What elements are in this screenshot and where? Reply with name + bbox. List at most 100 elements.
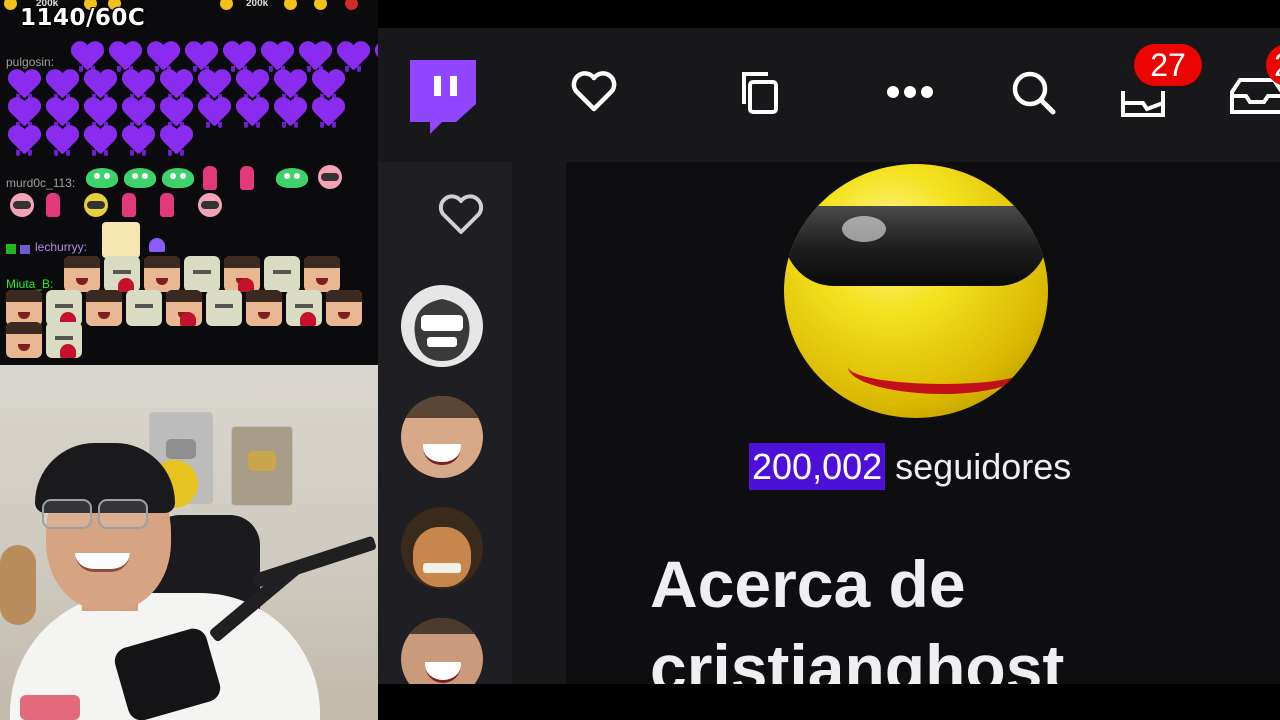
letterbox-bar: [378, 684, 1280, 720]
pale-face-emote-icon: [184, 256, 220, 292]
pale-face-emote-icon: [126, 290, 162, 326]
heart-emote-icon: [108, 42, 142, 72]
emoji-icon: [314, 0, 327, 10]
emoji-icon: [220, 0, 233, 10]
heart-emote-icon: [121, 98, 155, 128]
face-emote-icon: [246, 290, 282, 326]
character-emote-icon: [84, 193, 108, 217]
chat-username: Miuta_B:: [6, 277, 54, 291]
goal-mini-value: 200k: [246, 0, 269, 9]
heart-emote-icon: [235, 98, 269, 128]
heart-emote-icon: [83, 70, 117, 100]
face-emote-icon: [144, 256, 180, 292]
heart-emote-icon: [7, 70, 41, 100]
twitch-app: 27 2 200,002: [378, 28, 1280, 684]
face-emote-icon: [6, 322, 42, 358]
inbox-icon[interactable]: [1120, 80, 1170, 120]
heart-emote-icon: [197, 70, 231, 100]
slime-emote-icon: [86, 168, 118, 188]
face-emote-icon: [6, 290, 42, 326]
kirby-emote-icon: [318, 165, 342, 189]
sub-badge-icon: [20, 245, 30, 254]
channel-avatar-1[interactable]: [401, 285, 483, 367]
follower-count: 200,002 seguidores: [749, 443, 1072, 490]
glasses: [42, 499, 152, 529]
play-logo-icon: [248, 451, 276, 471]
twitch-logo-icon[interactable]: [410, 60, 476, 136]
dancer-emote-icon: [160, 193, 174, 217]
chat-username: lechurryy:: [35, 240, 88, 254]
more-icon[interactable]: [884, 80, 936, 104]
slime-emote-icon: [124, 168, 156, 188]
channel-avatar-2[interactable]: [401, 396, 483, 478]
search-icon[interactable]: [1010, 68, 1058, 118]
heart-emote-icon: [45, 126, 79, 156]
sunglasses: [784, 206, 1048, 286]
red-heart-icon: [180, 312, 196, 326]
heart-emote-icon: [260, 42, 294, 72]
face-emote-icon: [86, 290, 122, 326]
heart-emote-icon: [311, 98, 345, 128]
purple-heart-icon: [149, 238, 165, 252]
heart-emote-icon: [197, 98, 231, 128]
red-heart-icon: [300, 312, 316, 326]
slime-emote-icon: [276, 168, 308, 188]
chat-username: murd0c_113:: [6, 176, 76, 190]
about-heading-line2: cristianghost: [650, 631, 1065, 684]
heart-icon[interactable]: [568, 66, 620, 116]
channel-avatar-4[interactable]: [401, 618, 483, 684]
follower-count-number: 200,002: [749, 443, 886, 490]
dancer-emote-icon: [46, 193, 60, 217]
pale-face-emote-icon: [206, 290, 242, 326]
kirby-emote-icon: [198, 193, 222, 217]
chat-username: pulgosin:: [6, 55, 55, 69]
shirt-print: [20, 695, 80, 720]
heart-icon[interactable]: [434, 190, 488, 238]
about-heading-line1: Acerca de: [650, 547, 966, 621]
dancer-emote-icon: [240, 166, 254, 190]
heart-emote-icon: [70, 42, 104, 72]
notification-count-badge: 27: [1134, 44, 1202, 86]
slime-emote-icon: [162, 168, 194, 188]
channel-avatar-large[interactable]: [784, 164, 1048, 418]
tray-icon[interactable]: [1230, 76, 1280, 116]
webcam-feed: [0, 365, 378, 720]
kirby-emote-icon: [10, 193, 34, 217]
heart-emote-icon: [235, 70, 269, 100]
heart-emote-icon: [45, 70, 79, 100]
hat: [0, 545, 36, 625]
dancer-emote-icon: [122, 193, 136, 217]
play-logo-icon: [166, 439, 196, 459]
face-emote-icon: [326, 290, 362, 326]
angry-emoji-icon: [345, 0, 358, 10]
heart-emote-icon: [222, 42, 256, 72]
pale-face-emote-icon: [264, 256, 300, 292]
heart-emote-icon: [184, 42, 218, 72]
face-emote-icon: [304, 256, 340, 292]
heart-emote-icon: [298, 42, 332, 72]
follower-count-label: seguidores: [895, 446, 1072, 487]
red-heart-icon: [60, 344, 76, 358]
copy-icon[interactable]: [736, 68, 782, 118]
channel-profile: 200,002 seguidores Acerca de cristiangho…: [512, 162, 1280, 684]
heart-emote-icon: [7, 126, 41, 156]
gold-play-button-plaque: [232, 427, 292, 505]
dancer-emote-icon: [203, 166, 217, 190]
heart-emote-icon: [159, 126, 193, 156]
heart-emote-icon: [45, 98, 79, 128]
emoji-icon: [4, 0, 17, 10]
channel-avatar-3[interactable]: [401, 507, 483, 589]
chat-overlay: 200k 200k 1140/60C pulgosin: murd0c_113:…: [0, 0, 378, 365]
followed-channels-sidebar: [378, 162, 512, 684]
heart-emote-icon: [159, 98, 193, 128]
heart-emote-icon: [121, 70, 155, 100]
heart-emote-icon: [159, 70, 193, 100]
scroll-gutter: [512, 162, 566, 684]
anime-emote-icon: [102, 222, 140, 258]
heart-emote-icon: [83, 126, 117, 156]
heart-emote-icon: [121, 126, 155, 156]
heart-emote-icon: [311, 70, 345, 100]
mod-badge-icon: [6, 244, 16, 254]
heart-emote-icon: [146, 42, 180, 72]
heart-emote-icon: [336, 42, 370, 72]
